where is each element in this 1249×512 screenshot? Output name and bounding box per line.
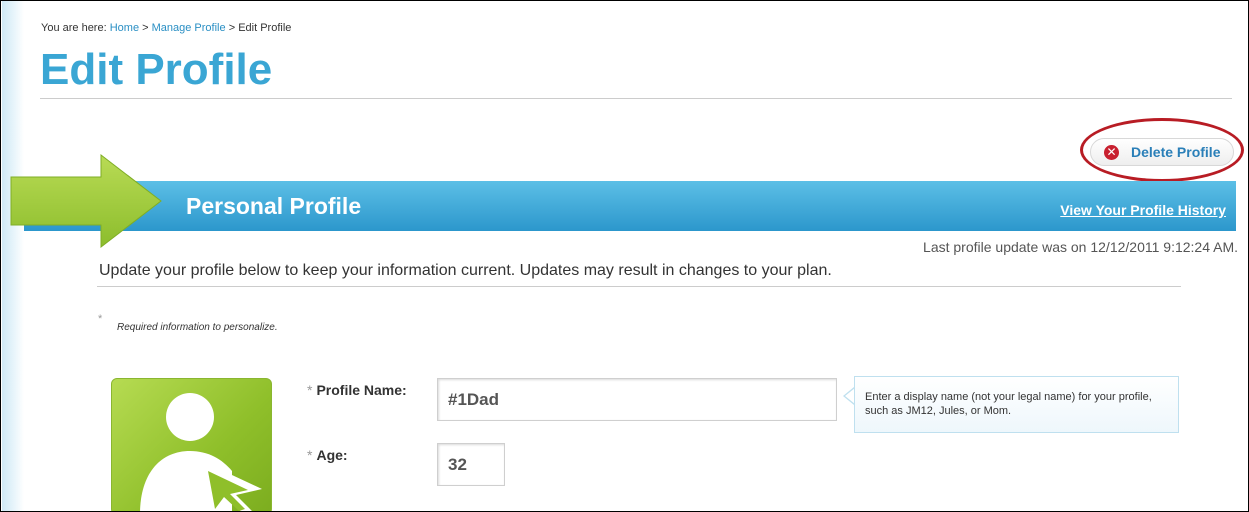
age-label-text: Age: bbox=[316, 447, 348, 463]
delete-profile-button[interactable]: ✕ Delete Profile bbox=[1090, 138, 1234, 166]
intro-divider bbox=[97, 286, 1181, 287]
personal-profile-header: Personal Profile View Your Profile Histo… bbox=[24, 181, 1236, 231]
title-divider bbox=[40, 98, 1232, 99]
avatar bbox=[111, 378, 272, 511]
profile-name-input[interactable] bbox=[437, 378, 837, 421]
user-cursor-icon bbox=[140, 393, 262, 511]
profile-name-required-star: * bbox=[307, 382, 313, 398]
section-title: Personal Profile bbox=[186, 193, 362, 219]
breadcrumb-home-link[interactable]: Home bbox=[110, 22, 139, 34]
page-title: Edit Profile bbox=[40, 45, 273, 94]
left-decor-stripe bbox=[2, 1, 24, 511]
profile-name-label-text: Profile Name: bbox=[316, 382, 407, 398]
breadcrumb-prefix: You are here: bbox=[41, 22, 107, 34]
breadcrumb-manage-profile-link[interactable]: Manage Profile bbox=[152, 22, 226, 34]
page-frame: You are here: Home > Manage Profile > Ed… bbox=[0, 0, 1249, 512]
required-star: * bbox=[98, 313, 103, 325]
age-required-star: * bbox=[307, 447, 313, 463]
breadcrumb-current: Edit Profile bbox=[238, 22, 292, 34]
last-update-text: Last profile update was on 12/12/2011 9:… bbox=[923, 239, 1238, 255]
view-profile-history-link[interactable]: View Your Profile History bbox=[1060, 202, 1226, 218]
intro-text: Update your profile below to keep your i… bbox=[99, 262, 832, 279]
profile-name-label: * Profile Name: bbox=[307, 382, 407, 398]
age-input[interactable] bbox=[437, 443, 505, 486]
required-note: Required information to personalize. bbox=[117, 322, 278, 333]
breadcrumb: You are here: Home > Manage Profile > Ed… bbox=[41, 22, 291, 34]
breadcrumb-separator: > bbox=[142, 22, 149, 34]
arrow-pointer-icon bbox=[10, 153, 162, 249]
breadcrumb-separator: > bbox=[228, 22, 236, 34]
delete-profile-label: Delete Profile bbox=[1131, 144, 1221, 160]
age-label: * Age: bbox=[307, 447, 348, 463]
profile-name-tooltip: Enter a display name (not your legal nam… bbox=[854, 376, 1179, 433]
close-circle-icon: ✕ bbox=[1104, 144, 1119, 160]
